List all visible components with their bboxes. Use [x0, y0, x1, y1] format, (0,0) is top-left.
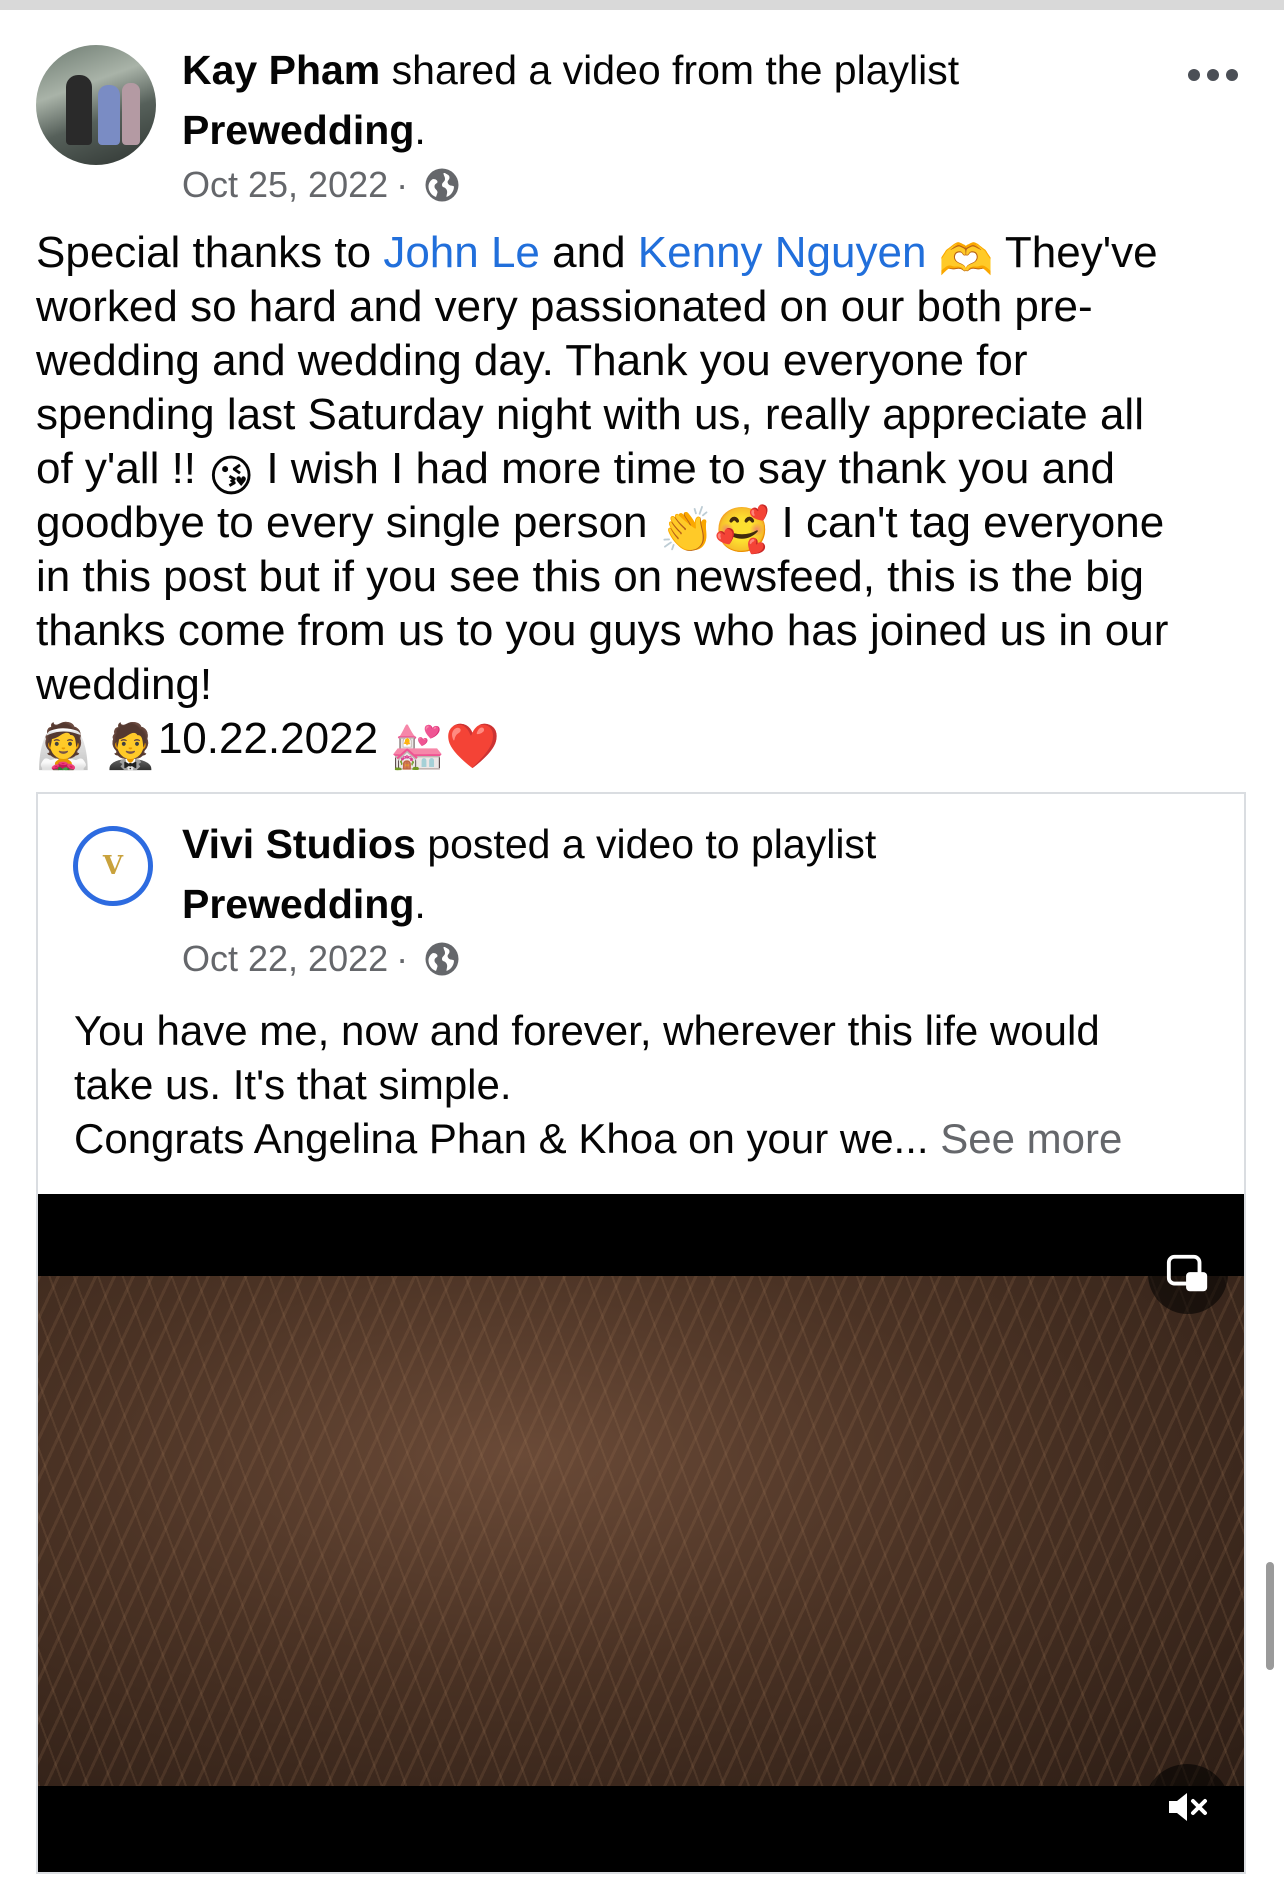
- globe-icon: [425, 942, 459, 976]
- shared-playlist-link[interactable]: Prewedding: [182, 881, 414, 927]
- body-row: wedding!: [36, 660, 213, 709]
- scrollbar[interactable]: [1266, 1562, 1274, 1670]
- avatar-logo-letter: V: [102, 851, 124, 881]
- shared-post-text: You have me, now and forever, wherever t…: [74, 1004, 1224, 1166]
- more-options-button[interactable]: [1188, 60, 1244, 90]
- meta-separator: ·: [396, 164, 409, 205]
- body-row-date: 👰 🤵10.22.2022 💒❤️: [36, 712, 1256, 771]
- mention-kenny-nguyen[interactable]: Kenny Nguyen: [638, 228, 927, 277]
- see-more-link[interactable]: See more: [940, 1115, 1122, 1162]
- author-avatar[interactable]: [36, 45, 156, 165]
- video-frame[interactable]: [38, 1276, 1244, 1786]
- volume-muted-icon: [1169, 1793, 1207, 1821]
- post-date[interactable]: Oct 25, 2022: [182, 160, 388, 210]
- body-row: goodbye to every single person 👏🥰 I can'…: [36, 496, 1256, 555]
- shared-author-name[interactable]: Vivi Studios: [182, 821, 416, 867]
- picture-in-picture-button[interactable]: [1148, 1234, 1228, 1314]
- shared-text-row: You have me, now and forever, wherever t…: [74, 1007, 1100, 1054]
- shared-date[interactable]: Oct 22, 2022: [182, 934, 388, 984]
- bride-emoji: 👰: [36, 722, 91, 771]
- body-row: worked so hard and very passionated on o…: [36, 282, 1093, 331]
- vivi-studios-avatar[interactable]: V: [73, 826, 153, 906]
- top-divider: [0, 0, 1284, 10]
- post-action: shared a video from the playlist: [391, 47, 960, 93]
- shared-text-row: take us. It's that simple.: [74, 1061, 512, 1108]
- wedding-date: 10.22.2022: [157, 714, 379, 763]
- body-row: thanks come from us to you guys who has …: [36, 606, 1169, 655]
- post-header-line-1: Kay Pham shared a video from the playlis…: [182, 40, 959, 100]
- post-body: Special thanks to John Le and Kenny Nguy…: [36, 226, 1256, 771]
- video-player[interactable]: [38, 1194, 1244, 1872]
- shared-action: posted a video to playlist: [427, 821, 877, 867]
- header-period: .: [414, 107, 426, 153]
- picture-in-picture-icon: [1166, 1254, 1208, 1292]
- shared-header-line-1: Vivi Studios posted a video to playlist: [182, 814, 876, 874]
- shared-text-row: Congrats Angelina Phan & Khoa on your we…: [74, 1115, 1123, 1162]
- groom-emoji: 🤵: [103, 722, 158, 771]
- body-row: spending last Saturday night with us, re…: [36, 390, 1144, 439]
- mention-john-le[interactable]: John Le: [383, 228, 540, 277]
- mute-button[interactable]: [1144, 1764, 1230, 1850]
- more-horizontal-icon: [1188, 69, 1200, 81]
- post-meta: Oct 25, 2022 ·: [182, 160, 460, 210]
- body-row: Special thanks to John Le and Kenny Nguy…: [36, 226, 1256, 285]
- shared-header-line-2: Prewedding.: [182, 881, 426, 927]
- chapel-emoji: 💒: [390, 722, 446, 771]
- body-row: of y'all !! 😘 I wish I had more time to …: [36, 442, 1256, 501]
- heart-emoji: ❤️: [445, 722, 500, 771]
- meta-separator: ·: [396, 938, 409, 979]
- shared-meta: Oct 22, 2022 ·: [182, 934, 460, 984]
- playlist-link[interactable]: Prewedding: [182, 107, 414, 153]
- author-name[interactable]: Kay Pham: [182, 47, 380, 93]
- post-header-line-2: Prewedding.: [182, 100, 426, 160]
- shared-post-card[interactable]: V Vivi Studios posted a video to playlis…: [36, 792, 1246, 1874]
- globe-icon: [425, 168, 459, 202]
- body-row: in this post but if you see this on news…: [36, 552, 1144, 601]
- body-row: wedding and wedding day. Thank you every…: [36, 336, 1028, 385]
